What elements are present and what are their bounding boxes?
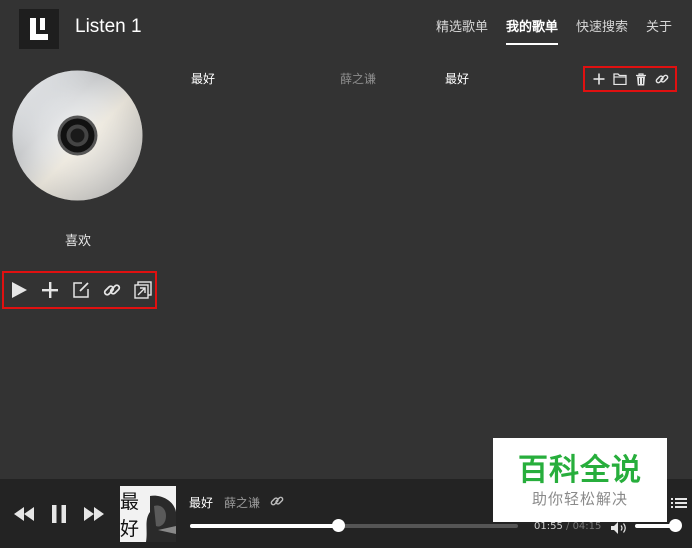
- edit-icon: [72, 282, 89, 298]
- link-icon: [103, 284, 120, 296]
- top-nav: 精选歌单 我的歌单 快速搜索 关于: [436, 16, 672, 45]
- song-actions: [583, 66, 677, 92]
- header: Listen 1 精选歌单 我的歌单 快速搜索 关于: [0, 0, 692, 58]
- delete-song-button[interactable]: [633, 71, 649, 87]
- play-all-button[interactable]: [8, 280, 29, 301]
- volume-button[interactable]: [610, 520, 628, 534]
- progress-handle[interactable]: [331, 519, 345, 532]
- playlist-cover: [12, 70, 143, 201]
- playlist-name: 喜欢: [64, 234, 91, 249]
- playlist-actions: [2, 271, 157, 309]
- watermark-overlay: 百科全说 助你轻松解决: [493, 438, 667, 522]
- next-button[interactable]: [82, 503, 106, 525]
- song-artist[interactable]: 薛之谦: [340, 70, 376, 87]
- playlist-queue-button[interactable]: [671, 495, 687, 509]
- add-all-button[interactable]: [39, 280, 60, 301]
- album-art-char-1: 最: [120, 491, 140, 513]
- edit-playlist-button[interactable]: [70, 280, 91, 301]
- next-icon: [84, 507, 104, 521]
- pause-button[interactable]: [47, 503, 71, 525]
- now-playing-artist[interactable]: 薛之谦: [224, 494, 260, 511]
- watermark-subtitle: 助你轻松解决: [531, 490, 628, 508]
- nav-my-playlists[interactable]: 我的歌单: [505, 16, 558, 45]
- plus-icon: [41, 282, 58, 298]
- progress-fill: [190, 524, 338, 528]
- song-link-button[interactable]: [654, 71, 670, 87]
- previous-icon: [14, 507, 34, 521]
- song-row[interactable]: 最好 薛之谦 最好: [182, 66, 682, 92]
- nav-about[interactable]: 关于: [646, 16, 672, 45]
- list-icon: [671, 498, 687, 508]
- now-playing-title[interactable]: 最好: [189, 494, 213, 511]
- listen1-logo[interactable]: [19, 9, 59, 49]
- volume-icon: [611, 522, 626, 534]
- progress-bar[interactable]: [190, 519, 518, 532]
- play-icon: [11, 282, 27, 298]
- album-art-char-2: 好: [120, 518, 140, 540]
- plus-icon: [593, 73, 604, 85]
- song-album[interactable]: 最好: [445, 70, 469, 87]
- link-icon: [270, 496, 284, 506]
- now-playing-link-button[interactable]: [270, 493, 286, 509]
- total-time: 04:15: [572, 521, 602, 532]
- export-playlist-button[interactable]: [132, 280, 153, 301]
- nav-quick-search[interactable]: 快速搜索: [576, 16, 628, 45]
- playlist-link-button[interactable]: [101, 280, 122, 301]
- now-playing-album-art[interactable]: 最 好: [120, 486, 176, 542]
- volume-slider[interactable]: [635, 519, 683, 532]
- export-icon: [133, 281, 152, 299]
- add-to-playlist-button[interactable]: [612, 71, 628, 87]
- app-title: Listen 1: [75, 16, 142, 37]
- current-time: 01:55: [534, 521, 563, 532]
- pause-icon: [52, 505, 66, 523]
- add-song-button[interactable]: [591, 71, 607, 87]
- folder-icon: [612, 73, 627, 85]
- previous-button[interactable]: [12, 503, 36, 525]
- time-display: 01:55 / 04:15: [534, 521, 601, 532]
- volume-handle[interactable]: [669, 519, 683, 532]
- link-icon: [655, 74, 668, 84]
- cd-disc-icon: [12, 70, 143, 201]
- time-separator: /: [562, 521, 573, 532]
- song-title[interactable]: 最好: [191, 70, 215, 87]
- nav-featured-playlists[interactable]: 精选歌单: [436, 16, 488, 45]
- trash-icon: [635, 72, 646, 85]
- watermark-title: 百科全说: [518, 453, 642, 488]
- logo-icon: [30, 18, 48, 40]
